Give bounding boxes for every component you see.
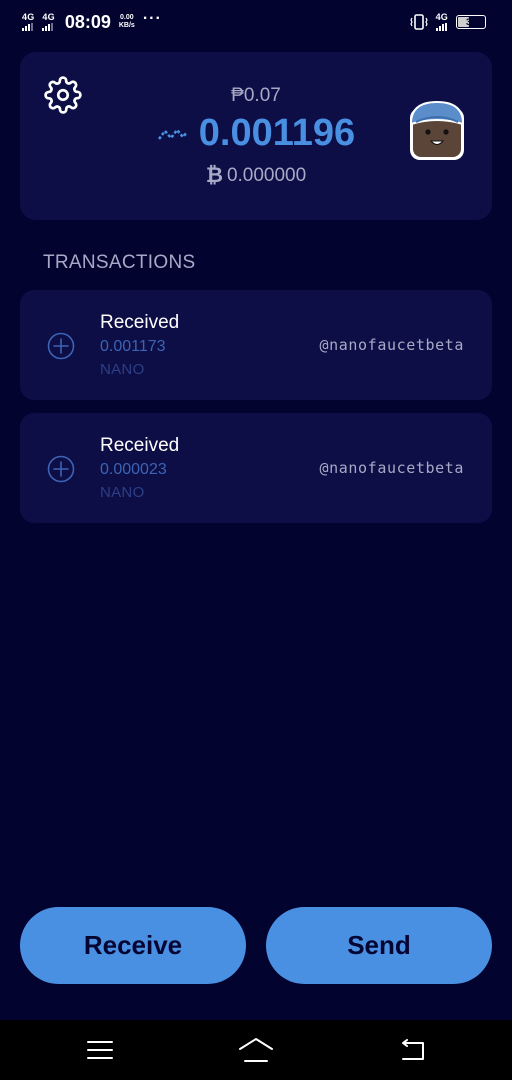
signal-2: 4G	[42, 12, 55, 31]
monkey-avatar-icon	[410, 100, 464, 160]
network-type-2: 4G	[42, 12, 55, 22]
status-time: 08:09	[64, 11, 111, 32]
balance-card: ₱0.07 0.001196 ₿ 0.000000	[20, 52, 492, 220]
transaction-type: Received	[100, 312, 180, 333]
transaction-unit: NANO	[100, 484, 145, 501]
network-speed-value: 0.00	[120, 14, 134, 21]
btc-balance-row: ₿ 0.000000	[20, 164, 492, 188]
battery-level: 39	[465, 17, 476, 27]
transaction-unit: NANO	[100, 361, 145, 378]
transaction-amount: 0.001173	[100, 338, 166, 355]
network-speed: 0.00 KB/s	[119, 14, 135, 30]
home-icon	[239, 1038, 273, 1062]
nano-balance: 0.001196	[198, 112, 356, 154]
btc-balance: 0.000000	[226, 165, 307, 186]
transaction-item[interactable]: Received 0.001173 NANO @nanofaucetbeta	[20, 290, 492, 400]
plus-circle-icon	[47, 332, 75, 360]
plus-circle-icon	[47, 455, 75, 483]
nano-logo-icon	[157, 125, 189, 143]
transaction-type: Received	[100, 435, 180, 456]
status-bar: 4G 4G 08:09 0.00 KB/s ··· 4G 39	[0, 0, 512, 44]
status-left: 4G 4G 08:09 0.00 KB/s ···	[22, 10, 162, 33]
transaction-amount: 0.000023	[100, 461, 167, 478]
network-type-right: 4G	[435, 12, 448, 22]
transaction-account: @nanofaucetbeta	[319, 459, 464, 477]
network-speed-unit: KB/s	[118, 22, 135, 29]
receive-button[interactable]: Receive	[20, 907, 246, 984]
signal-bars-2-icon	[42, 23, 54, 31]
navigation-bar	[0, 1020, 512, 1080]
nav-home-button[interactable]	[236, 1034, 276, 1066]
transactions-title: TRANSACTIONS	[43, 252, 196, 273]
signal-bars-1-icon	[22, 23, 33, 31]
network-type-1: 4G	[22, 12, 35, 22]
vibrate-icon	[409, 14, 428, 30]
bitcoin-icon: ₿	[205, 164, 223, 187]
avatar[interactable]	[406, 98, 468, 164]
signal-1: 4G	[22, 13, 34, 31]
signal-bars-right-icon	[435, 23, 447, 31]
transaction-item[interactable]: Received 0.000023 NANO @nanofaucetbeta	[20, 413, 492, 523]
signal-right: 4G	[435, 12, 448, 31]
send-button[interactable]: Send	[266, 907, 492, 984]
status-right: 4G 39	[409, 12, 490, 31]
menu-icon	[87, 1041, 113, 1059]
more-notifications-icon: ···	[142, 10, 162, 27]
battery-icon: 39	[456, 15, 490, 29]
nav-back-button[interactable]	[392, 1034, 432, 1066]
transaction-account: @nanofaucetbeta	[319, 336, 464, 354]
nav-menu-button[interactable]	[80, 1034, 120, 1066]
back-icon	[402, 1039, 424, 1060]
